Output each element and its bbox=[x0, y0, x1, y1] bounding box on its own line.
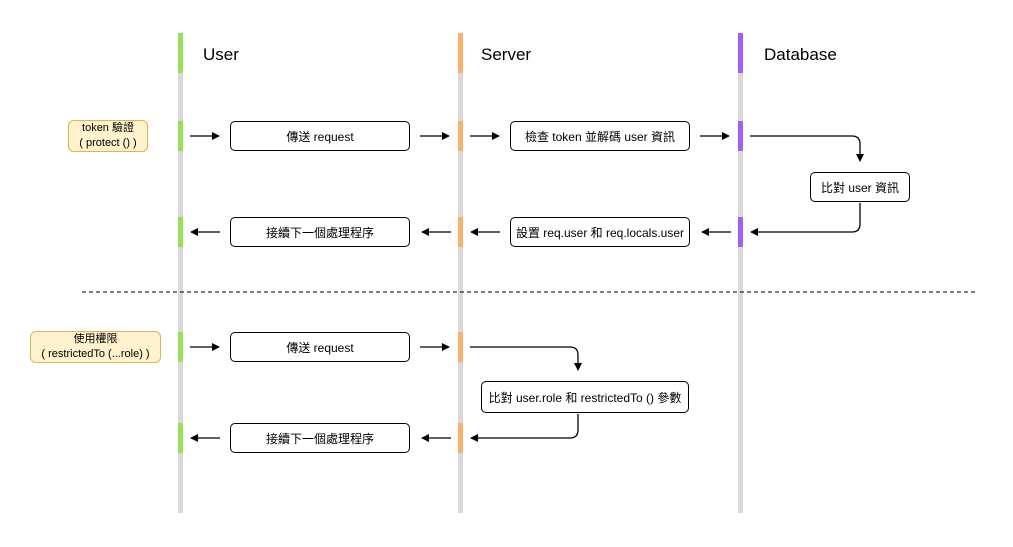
arrow-compare-role-to-server bbox=[470, 414, 579, 442]
flow-arrows bbox=[82, 132, 978, 442]
arrow-server-to-compare-role bbox=[470, 346, 582, 371]
arrow-compare-to-database bbox=[750, 203, 861, 236]
arrow-database-to-compare bbox=[750, 135, 864, 162]
